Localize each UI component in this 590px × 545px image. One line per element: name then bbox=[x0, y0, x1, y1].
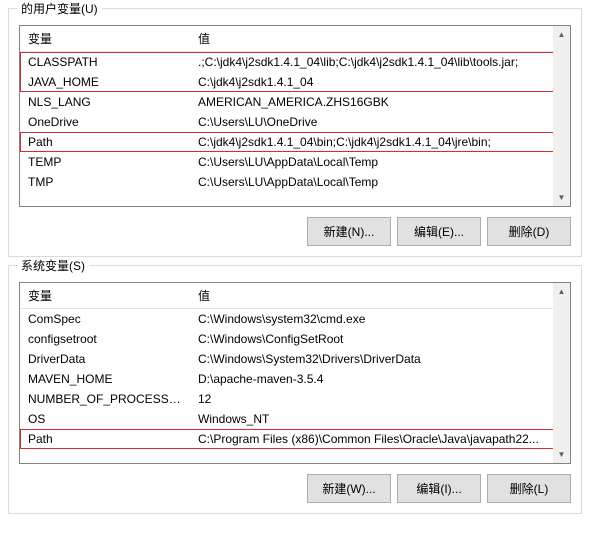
cell-variable: configsetroot bbox=[20, 329, 190, 349]
cell-variable: ComSpec bbox=[20, 309, 190, 330]
cell-variable: Path bbox=[20, 429, 190, 449]
table-row[interactable]: ComSpecC:\Windows\system32\cmd.exe bbox=[20, 309, 570, 330]
cell-variable: JAVA_HOME bbox=[20, 72, 190, 92]
cell-variable: TEMP bbox=[20, 152, 190, 172]
table-row[interactable]: NUMBER_OF_PROCESSORS12 bbox=[20, 389, 570, 409]
cell-variable: NLS_LANG bbox=[20, 92, 190, 112]
table-row[interactable]: TMPC:\Users\LU\AppData\Local\Temp bbox=[20, 172, 570, 192]
sys-new-button[interactable]: 新建(W)... bbox=[307, 474, 391, 503]
cell-value: AMERICAN_AMERICA.ZHS16GBK bbox=[190, 92, 570, 112]
table-row[interactable]: CLASSPATH.;C:\jdk4\j2sdk1.4.1_04\lib;C:\… bbox=[20, 52, 570, 73]
cell-value: C:\Windows\ConfigSetRoot bbox=[190, 329, 570, 349]
cell-variable: Path bbox=[20, 132, 190, 152]
sys-delete-button[interactable]: 删除(L) bbox=[487, 474, 571, 503]
scroll-up-icon[interactable]: ▲ bbox=[553, 283, 570, 300]
cell-variable: OneDrive bbox=[20, 112, 190, 132]
user-edit-button[interactable]: 编辑(E)... bbox=[397, 217, 481, 246]
sys-scrollbar[interactable]: ▲ ▼ bbox=[553, 283, 570, 463]
user-scrollbar[interactable]: ▲ ▼ bbox=[553, 26, 570, 206]
user-variables-title: 的用户变量(U) bbox=[17, 0, 102, 17]
sys-col-variable[interactable]: 变量 bbox=[20, 283, 190, 309]
table-row[interactable]: configsetrootC:\Windows\ConfigSetRoot bbox=[20, 329, 570, 349]
cell-value: D:\apache-maven-3.5.4 bbox=[190, 369, 570, 389]
table-row[interactable]: JAVA_HOMEC:\jdk4\j2sdk1.4.1_04 bbox=[20, 72, 570, 92]
system-variables-table[interactable]: 变量 值 ComSpecC:\Windows\system32\cmd.exec… bbox=[20, 283, 570, 449]
cell-value: C:\Windows\system32\cmd.exe bbox=[190, 309, 570, 330]
user-button-row: 新建(N)... 编辑(E)... 删除(D) bbox=[19, 217, 571, 246]
table-row[interactable]: DriverDataC:\Windows\System32\Drivers\Dr… bbox=[20, 349, 570, 369]
table-row[interactable]: PathC:\Program Files (x86)\Common Files\… bbox=[20, 429, 570, 449]
cell-value: 12 bbox=[190, 389, 570, 409]
cell-variable: CLASSPATH bbox=[20, 52, 190, 73]
cell-value: C:\jdk4\j2sdk1.4.1_04 bbox=[190, 72, 570, 92]
cell-value: C:\Program Files (x86)\Common Files\Orac… bbox=[190, 429, 570, 449]
user-delete-button[interactable]: 删除(D) bbox=[487, 217, 571, 246]
system-variables-title: 系统变量(S) bbox=[17, 257, 89, 274]
cell-value: C:\Windows\System32\Drivers\DriverData bbox=[190, 349, 570, 369]
cell-variable: MAVEN_HOME bbox=[20, 369, 190, 389]
scroll-up-icon[interactable]: ▲ bbox=[553, 26, 570, 43]
cell-value: C:\Users\LU\AppData\Local\Temp bbox=[190, 172, 570, 192]
user-variables-group: 的用户变量(U) 变量 值 CLASSPATH.;C:\jdk4\j2sdk1.… bbox=[8, 8, 582, 257]
cell-variable: NUMBER_OF_PROCESSORS bbox=[20, 389, 190, 409]
cell-value: C:\Users\LU\OneDrive bbox=[190, 112, 570, 132]
table-row[interactable]: OneDriveC:\Users\LU\OneDrive bbox=[20, 112, 570, 132]
table-row[interactable]: OSWindows_NT bbox=[20, 409, 570, 429]
cell-value: C:\jdk4\j2sdk1.4.1_04\bin;C:\jdk4\j2sdk1… bbox=[190, 132, 570, 152]
user-new-button[interactable]: 新建(N)... bbox=[307, 217, 391, 246]
table-row[interactable]: MAVEN_HOMED:\apache-maven-3.5.4 bbox=[20, 369, 570, 389]
cell-variable: DriverData bbox=[20, 349, 190, 369]
table-row[interactable]: TEMPC:\Users\LU\AppData\Local\Temp bbox=[20, 152, 570, 172]
scroll-down-icon[interactable]: ▼ bbox=[553, 446, 570, 463]
user-variables-table-container: 变量 值 CLASSPATH.;C:\jdk4\j2sdk1.4.1_04\li… bbox=[19, 25, 571, 207]
user-variables-table[interactable]: 变量 值 CLASSPATH.;C:\jdk4\j2sdk1.4.1_04\li… bbox=[20, 26, 570, 192]
user-col-value[interactable]: 值 bbox=[190, 26, 570, 52]
system-variables-group: 系统变量(S) 变量 值 ComSpecC:\Windows\system32\… bbox=[8, 265, 582, 514]
system-variables-table-container: 变量 值 ComSpecC:\Windows\system32\cmd.exec… bbox=[19, 282, 571, 464]
cell-value: .;C:\jdk4\j2sdk1.4.1_04\lib;C:\jdk4\j2sd… bbox=[190, 52, 570, 73]
sys-button-row: 新建(W)... 编辑(I)... 删除(L) bbox=[19, 474, 571, 503]
scroll-down-icon[interactable]: ▼ bbox=[553, 189, 570, 206]
cell-variable: TMP bbox=[20, 172, 190, 192]
user-col-variable[interactable]: 变量 bbox=[20, 26, 190, 52]
cell-value: C:\Users\LU\AppData\Local\Temp bbox=[190, 152, 570, 172]
cell-value: Windows_NT bbox=[190, 409, 570, 429]
table-row[interactable]: NLS_LANGAMERICAN_AMERICA.ZHS16GBK bbox=[20, 92, 570, 112]
sys-col-value[interactable]: 值 bbox=[190, 283, 570, 309]
sys-edit-button[interactable]: 编辑(I)... bbox=[397, 474, 481, 503]
table-row[interactable]: PathC:\jdk4\j2sdk1.4.1_04\bin;C:\jdk4\j2… bbox=[20, 132, 570, 152]
cell-variable: OS bbox=[20, 409, 190, 429]
